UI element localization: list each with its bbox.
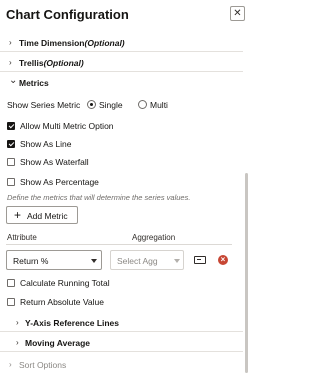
close-button[interactable]: ✕ — [230, 6, 245, 21]
section-label: Y-Axis Reference Lines — [25, 318, 120, 328]
show-as-waterfall-label: Show As Waterfall — [20, 157, 89, 167]
section-label: Time Dimension(Optional) — [19, 38, 125, 48]
return-absolute-label: Return Absolute Value — [20, 297, 104, 307]
section-moving-average[interactable]: › Moving Average — [0, 335, 243, 352]
scrollbar-thumb[interactable] — [245, 173, 248, 373]
show-series-metric-label: Show Series Metric — [7, 100, 81, 110]
chevron-down-icon: ⌄ — [9, 75, 18, 86]
caret-down-icon — [91, 259, 97, 263]
remove-metric-icon[interactable]: × — [218, 255, 228, 265]
show-as-line-label: Show As Line — [20, 139, 72, 149]
aggregation-column-header: Aggregation — [132, 233, 176, 242]
section-trellis[interactable]: › Trellis(Optional) — [0, 55, 243, 72]
show-as-waterfall-checkbox[interactable] — [7, 158, 15, 166]
allow-multi-metric-checkbox[interactable] — [7, 122, 15, 130]
radio-multi-label: Multi — [150, 100, 168, 110]
section-y-axis-reference-lines[interactable]: › Y-Axis Reference Lines — [0, 315, 243, 332]
section-label: Moving Average — [25, 338, 91, 348]
chevron-right-icon: › — [16, 338, 19, 347]
radio-multi[interactable] — [138, 100, 147, 109]
chevron-right-icon: › — [9, 38, 12, 47]
return-absolute-checkbox[interactable] — [7, 298, 15, 306]
show-as-line-checkbox[interactable] — [7, 140, 15, 148]
calc-running-total-checkbox[interactable] — [7, 279, 15, 287]
section-metrics[interactable]: ⌄ Metrics — [0, 75, 243, 92]
radio-single-label: Single — [99, 100, 123, 110]
dialog-header: Chart Configuration ✕ — [0, 0, 250, 30]
config-panel: › Time Dimension(Optional) › Trellis(Opt… — [0, 33, 243, 384]
show-as-percentage-checkbox[interactable] — [7, 178, 15, 186]
section-label: Sort Options — [19, 360, 67, 370]
column-divider — [6, 244, 232, 245]
attribute-select[interactable]: Return % — [6, 250, 102, 270]
scrollbar[interactable] — [245, 33, 249, 384]
radio-single[interactable] — [87, 100, 96, 109]
close-icon: ✕ — [233, 7, 242, 19]
section-time-dimension[interactable]: › Time Dimension(Optional) — [0, 35, 243, 52]
attribute-select-value: Return % — [13, 256, 49, 266]
aggregation-select-placeholder: Select Agg — [117, 256, 158, 266]
attribute-column-header: Attribute — [7, 233, 37, 242]
caret-down-icon — [174, 259, 180, 263]
aggregation-select[interactable]: Select Agg — [110, 250, 184, 270]
dialog-title: Chart Configuration — [6, 7, 129, 22]
add-metric-button[interactable]: + Add Metric — [6, 206, 78, 224]
add-metric-label: Add Metric — [27, 211, 68, 221]
chevron-right-icon: › — [9, 360, 12, 369]
chevron-right-icon: › — [9, 58, 12, 67]
plus-icon: + — [14, 208, 22, 222]
metric-properties-icon[interactable] — [194, 256, 206, 264]
chevron-right-icon: › — [16, 318, 19, 327]
section-sort-options[interactable]: › Sort Options — [0, 357, 243, 374]
show-as-percentage-label: Show As Percentage — [20, 177, 99, 187]
section-label: Trellis(Optional) — [19, 58, 84, 68]
metrics-hint: Define the metrics that will determine t… — [7, 193, 191, 202]
allow-multi-metric-label: Allow Multi Metric Option — [20, 121, 114, 131]
section-label: Metrics — [19, 78, 49, 88]
calc-running-total-label: Calculate Running Total — [20, 278, 110, 288]
